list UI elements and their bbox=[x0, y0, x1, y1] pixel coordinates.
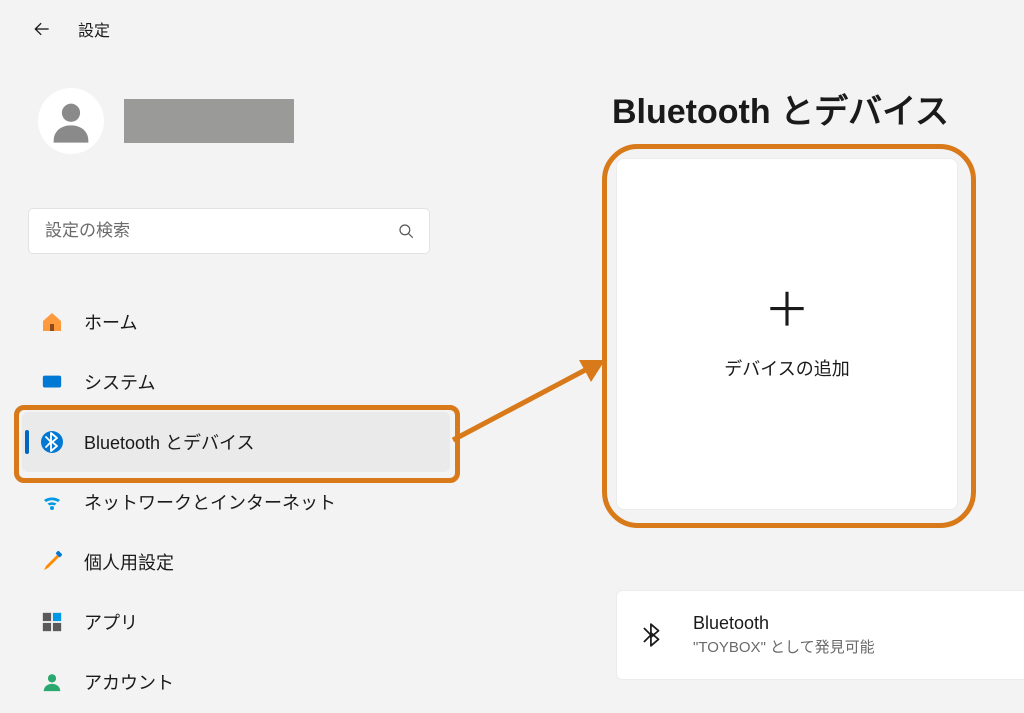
nav-label: 個人用設定 bbox=[84, 549, 174, 575]
app-title: 設定 bbox=[78, 17, 110, 41]
profile-block bbox=[38, 88, 294, 154]
nav-item-personalization[interactable]: 個人用設定 bbox=[22, 532, 450, 592]
nav-label: システム bbox=[84, 369, 155, 395]
nav-item-home[interactable]: ホーム bbox=[22, 292, 450, 352]
nav-item-network[interactable]: ネットワークとインターネット bbox=[22, 472, 450, 532]
avatar[interactable] bbox=[38, 88, 104, 154]
nav-item-system[interactable]: システム bbox=[22, 352, 450, 412]
wifi-icon bbox=[40, 490, 64, 514]
nav-label: Bluetooth とデバイス bbox=[84, 429, 255, 455]
account-icon bbox=[40, 670, 64, 694]
nav-item-account[interactable]: アカウント bbox=[22, 652, 450, 712]
home-icon bbox=[40, 310, 64, 334]
nav-label: アカウント bbox=[84, 669, 174, 695]
header-bar: 設定 bbox=[0, 0, 1024, 58]
bluetooth-row-title: Bluetooth bbox=[693, 613, 875, 634]
nav-label: ネットワークとインターネット bbox=[84, 489, 336, 515]
bluetooth-outline-icon bbox=[639, 622, 665, 648]
bluetooth-status-row[interactable]: Bluetooth "TOYBOX" として発見可能 bbox=[616, 590, 1024, 680]
back-arrow-icon bbox=[32, 19, 52, 39]
search-box[interactable] bbox=[28, 208, 430, 254]
nav-label: ホーム bbox=[84, 309, 137, 335]
bluetooth-icon bbox=[40, 430, 64, 454]
profile-name-redacted bbox=[124, 99, 294, 143]
search-input[interactable] bbox=[45, 221, 397, 241]
apps-icon bbox=[40, 610, 64, 634]
system-icon bbox=[40, 370, 64, 394]
search-icon bbox=[397, 222, 415, 240]
paintbrush-icon bbox=[40, 550, 64, 574]
add-device-label: デバイスの追加 bbox=[724, 355, 849, 381]
annotation-arrow-icon bbox=[445, 320, 615, 460]
page-title: Bluetooth とデバイス bbox=[612, 84, 949, 133]
back-button[interactable] bbox=[24, 11, 60, 47]
nav-item-apps[interactable]: アプリ bbox=[22, 592, 450, 652]
add-device-card[interactable]: ＋ デバイスの追加 bbox=[616, 158, 958, 510]
sidebar-nav: ホーム システム Bluetooth とデバイス ネットワークとインターネット bbox=[22, 292, 450, 712]
nav-label: アプリ bbox=[84, 609, 138, 635]
user-icon bbox=[45, 95, 97, 147]
nav-item-bluetooth[interactable]: Bluetooth とデバイス bbox=[22, 412, 450, 472]
bluetooth-row-subtitle: "TOYBOX" として発見可能 bbox=[693, 636, 875, 657]
plus-icon: ＋ bbox=[764, 287, 810, 333]
